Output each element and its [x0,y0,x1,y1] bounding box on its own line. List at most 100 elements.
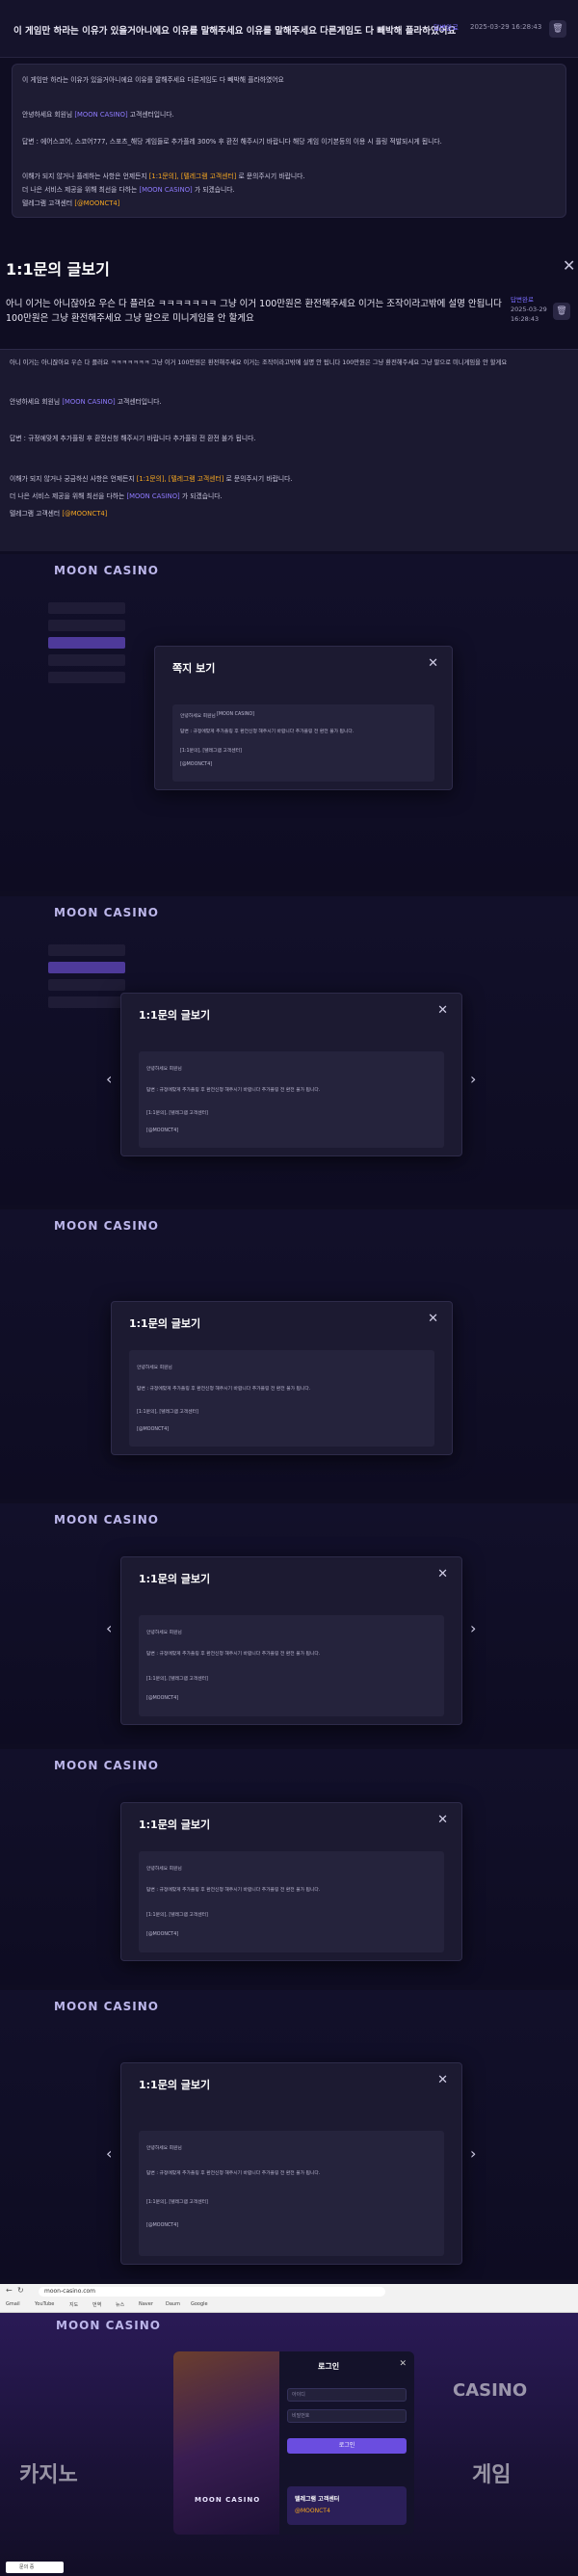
contact-highlight: [1:1문의], [텔레그램 고객센터] [148,173,237,180]
inquiry-date: 2025-03-29 16:28:43 [470,23,542,31]
answer-line: 답변 : 규정에맞게 추가플링 후 환전신청 해주시기 바랍니다 추가플링 전 … [146,1088,321,1093]
close-icon[interactable]: ✕ [437,2073,448,2087]
meta-date: 2025-03-29 [511,305,547,313]
contact-line: 이해가 되지 않거나 플레하는 사항은 언제든지 [1:1문의], [텔레그램 … [22,171,305,180]
site-login-screenshot: MOON CASINO 카지노 CASINO 게임 MOON CASINO 로그… [0,2313,578,2576]
bookmark[interactable]: Gmail [6,2301,20,2307]
telegram-handle: [@MOONCT4] [74,199,120,207]
answer-line: 답변 : 규정에맞게 추가플링 후 환전신청 해주시기 바랍니다 추가플링 전 … [146,1652,321,1657]
sidebar [48,944,125,1128]
answer-line: 답변 : 규정에맞게 추가플링 후 환전신청 해주시기 바랍니다 추가플링 전 … [10,435,256,442]
service-highlight: [MOON CASINO] [139,186,193,194]
promo-title: 텔레그램 고객센터 [295,2496,340,2503]
bookmark[interactable]: Daum [166,2301,180,2307]
greeting-text: 안녕하세요 회원님 [146,1867,182,1872]
modal-content: 안녕하세요 회원님 답변 : 규정에맞게 추가플링 후 환전신청 해주시기 바랍… [139,1051,444,1148]
brand-text: [MOON CASINO] [217,712,255,717]
sidebar-item[interactable] [48,654,125,666]
id-input[interactable]: 아이디 [287,2388,407,2402]
trash-icon[interactable]: 🗑 [549,20,566,38]
meta-time: 16:28:43 [511,315,539,323]
site-logo: MOON CASINO [56,2319,162,2332]
modal-title: 1:1문의 글보기 [129,1317,201,1330]
contact-highlight: [1:1문의], [텔레그램 고객센터] [146,1111,208,1116]
reload-icon[interactable]: ↻ [17,2286,24,2295]
bookmark[interactable]: 뉴스 [116,2301,124,2308]
login-modal: MOON CASINO 로그인 ✕ 아이디 비밀번호 로그인 텔레그램 고객센터… [173,2351,414,2535]
contact-highlight: [1:1문의], [텔레그램 고객센터] [146,1913,208,1918]
modal-title: 쪽지 보기 [172,662,216,675]
service-line: 더 나은 서비스 제공을 위해 최선을 다하는 [MOON CASINO] 가 … [10,491,223,500]
answer-line: 답변 : 규정에맞게 추가플링 후 환전신청 해주시기 바랍니다 추가플링 전 … [146,2171,321,2176]
sidebar-item[interactable] [48,979,125,991]
next-arrow-icon[interactable]: › [470,2144,476,2163]
sidebar [48,602,125,785]
taskbar-item[interactable]: 문의 중 [6,2562,64,2573]
sidebar-item[interactable] [48,620,125,631]
brand-badge: MOON CASINO [195,2496,261,2504]
site-logo: MOON CASINO [54,1759,160,1772]
close-icon[interactable]: ✕ [428,656,438,671]
answer-line: 답변 : 규정에맞게 추가플링 후 환전신청 해주시기 바랍니다 추가플링 전 … [137,1387,311,1392]
banner-text-left: 카지노 [19,2463,78,2487]
address-bar[interactable]: moon-casino.com [39,2287,385,2297]
bookmark[interactable]: 지도 [69,2301,78,2308]
greeting-line: 안녕하세요 회원님 [MOON CASINO] 고객센터입니다. [22,109,174,119]
modal-content: 안녕하세요 회원님 답변 : 규정에맞게 추가플링 후 환전신청 해주시기 바랍… [139,1851,444,1952]
bookmark[interactable]: 번역 [92,2301,101,2308]
prev-arrow-icon[interactable]: ‹ [106,1070,112,1088]
status-badge: 답변완료 [434,24,459,32]
browser-toolbar: ← ↻ moon-casino.com Gmail YouTube 지도 번역 … [0,2284,578,2313]
close-icon[interactable]: ✕ [399,2359,407,2369]
answer-line: 답변 : 에어스코어, 스코어777, 스포츠_해당 게임들로 추가플레 300… [22,138,442,146]
service-line: 더 나은 서비스 제공을 위해 최선을 다하는 [MOON CASINO] 가 … [22,184,235,194]
trash-icon[interactable]: 🗑 [553,303,570,320]
modal-content: 안녕하세요 회원님 [MOON CASINO] 답변 : 규정에맞게 추가플링 … [172,704,434,782]
contact-highlight: [1:1문의], [텔레그램 고객센터] [146,2200,208,2205]
screenshot-message: MOON CASINO 쪽지 보기 ✕ 안녕하세요 회원님 [MOON CASI… [0,554,578,891]
screenshot-inquiry-5: MOON CASINO 1:1문의 글보기 ✕ 안녕하세요 회원님 답변 : 규… [0,1990,578,2279]
sidebar-item[interactable] [48,962,125,973]
greeting-text: 안녕하세요 회원님 [146,1067,182,1072]
telegram-promo[interactable]: 텔레그램 고객센터 @MOONCT4 [287,2486,407,2525]
sidebar-item[interactable] [48,944,125,956]
bookmark[interactable]: Naver [139,2301,153,2307]
close-icon[interactable]: ✕ [437,1813,448,1827]
close-icon[interactable]: ✕ [428,1312,438,1326]
bookmark[interactable]: Google [191,2301,208,2307]
telegram-handle: [@MOONCT4] [146,2223,179,2228]
close-icon[interactable]: ✕ [563,256,575,275]
contact-highlight: [1:1문의], [텔레그램 고객센터] [137,1410,198,1415]
greeting-text: 안녕하세요 회원님 [137,1366,172,1370]
sidebar-item[interactable] [48,672,125,683]
sidebar-item[interactable] [48,602,125,614]
close-icon[interactable]: ✕ [437,1567,448,1581]
prev-arrow-icon[interactable]: ‹ [106,1619,112,1637]
login-button[interactable]: 로그인 [287,2438,407,2454]
greeting-tail: 고객센터입니다. [115,398,162,406]
inquiry-header: 이 게임만 하라는 이유가 있을거아니에요 이유를 말해주세요 이유를 말해주세… [0,0,578,58]
password-input[interactable]: 비밀번호 [287,2409,407,2423]
answer-panel: 이 게임만 하라는 이유가 있을거아니에요 이유를 말해주세요 다른게임도 다 … [12,64,566,218]
next-arrow-icon[interactable]: › [470,1619,476,1637]
sidebar-item[interactable] [48,996,125,1008]
bookmark[interactable]: YouTube [35,2301,54,2307]
sidebar-item[interactable] [48,637,125,649]
banner-text-right: 게임 [472,2463,512,2487]
contact-highlight: [1:1문의], [텔레그램 고객센터] [180,749,242,754]
service-pre: 더 나은 서비스 제공을 위해 최선을 다하는 [10,492,127,500]
contact-post: 로 문의주시기 바랍니다. [223,475,293,483]
back-arrow-icon[interactable]: ← [6,2286,13,2295]
inquiry-answer-panel: 아니 이거는 아니잖아요 우슨 다 플러요 ㅋㅋㅋㅋㅋㅋㅋ 그냥 이거 100만… [0,349,578,551]
inquiry-modal: 1:1문의 글보기 ✕ 안녕하세요 회원님 답변 : 규정에맞게 추가플링 후 … [111,1301,453,1455]
promo-handle: @MOONCT4 [295,2508,330,2514]
inquiry-header-title: 이 게임만 하라는 이유가 있을거아니에요 이유를 말해주세요 이유를 말해주세… [13,26,457,37]
close-icon[interactable]: ✕ [437,1003,448,1018]
modal-title: 1:1문의 글보기 [139,1573,211,1585]
model-photo: MOON CASINO [173,2351,279,2535]
meta-badge: 답변완료 [511,296,534,304]
prev-arrow-icon[interactable]: ‹ [106,2144,112,2163]
contact-post: 로 문의주시기 바랍니다. [236,173,305,180]
next-arrow-icon[interactable]: › [470,1070,476,1088]
brand-text: [MOON CASINO] [62,398,116,406]
